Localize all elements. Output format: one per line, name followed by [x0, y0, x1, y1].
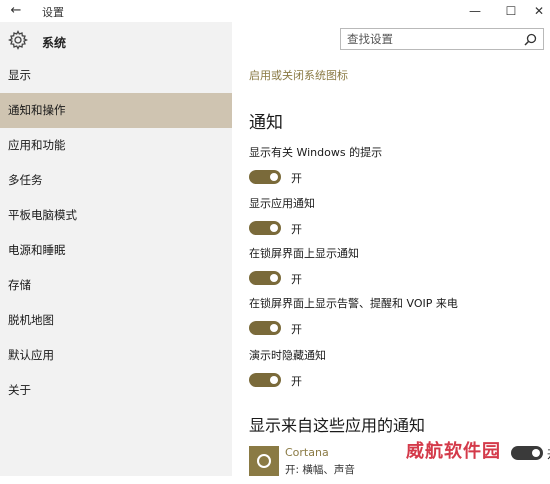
- maximize-button[interactable]: ☐: [496, 1, 526, 21]
- toggle-row: 开: [249, 373, 539, 389]
- toggle-knob: [270, 376, 278, 384]
- sidebar-item-about[interactable]: 关于: [0, 373, 232, 408]
- app-detail: 开: 横幅、声音: [285, 464, 355, 476]
- toggle-state-label: 开: [291, 375, 302, 388]
- sidebar-item-apps[interactable]: 应用和功能: [0, 128, 232, 163]
- hide-while-presenting-toggle[interactable]: [249, 373, 281, 387]
- toggle-knob: [270, 324, 278, 332]
- system-icons-link[interactable]: 启用或关闭系统图标: [249, 67, 348, 83]
- cortana-icon: [249, 446, 279, 476]
- app-notifications-toggle[interactable]: [249, 221, 281, 235]
- setting-label: 在锁屏界面上显示通知: [249, 247, 359, 260]
- setting-app-notifications: 显示应用通知 开: [249, 195, 539, 237]
- sidebar-item-offline-maps[interactable]: 脱机地图: [0, 303, 232, 338]
- sidebar-item-default-apps[interactable]: 默认应用: [0, 338, 232, 373]
- sidebar-item-multitasking[interactable]: 多任务: [0, 163, 232, 198]
- setting-label: 演示时隐藏通知: [249, 349, 326, 362]
- setting-label: 显示应用通知: [249, 197, 315, 210]
- close-button[interactable]: ✕: [524, 1, 550, 21]
- lockscreen-alarms-toggle[interactable]: [249, 321, 281, 335]
- toggle-row: 开: [249, 271, 539, 287]
- sidebar: 系统 显示 通知和操作 应用和功能 多任务 平板电脑模式 电源和睡眠 存储 脱机…: [0, 22, 232, 476]
- title-bar: ← 设置 — ☐ ✕: [0, 0, 550, 22]
- lockscreen-notifications-toggle[interactable]: [249, 271, 281, 285]
- app-row-cortana[interactable]: Cortana 开: 横幅、声音 开: [249, 444, 550, 484]
- toggle-state-label: 开: [291, 223, 302, 236]
- toggle-knob: [532, 449, 540, 457]
- minimize-button[interactable]: —: [460, 1, 490, 21]
- gear-icon: [8, 30, 28, 50]
- windows-tips-toggle[interactable]: [249, 170, 281, 184]
- sidebar-title: 系统: [42, 36, 67, 50]
- setting-lockscreen-alarms: 在锁屏界面上显示告警、提醒和 VOIP 来电 开: [249, 295, 539, 337]
- back-arrow-icon[interactable]: ←: [6, 3, 26, 19]
- toggle-state-label: 开: [291, 273, 302, 286]
- sidebar-item-display[interactable]: 显示: [0, 58, 232, 93]
- sidebar-nav: 显示 通知和操作 应用和功能 多任务 平板电脑模式 电源和睡眠 存储 脱机地图 …: [0, 58, 232, 408]
- window-title: 设置: [42, 6, 64, 19]
- notifications-heading: 通知: [249, 113, 283, 133]
- toggle-row: 开: [249, 321, 539, 337]
- toggle-state-label: 开: [291, 172, 302, 185]
- watermark: 威航软件园: [406, 441, 501, 462]
- toggle-knob: [270, 274, 278, 282]
- app-name: Cortana: [285, 446, 329, 459]
- sidebar-item-storage[interactable]: 存储: [0, 268, 232, 303]
- toggle-state-label: 开: [291, 323, 302, 336]
- apps-notifications-heading: 显示来自这些应用的通知: [249, 416, 426, 435]
- cortana-toggle[interactable]: [511, 446, 543, 460]
- setting-hide-while-presenting: 演示时隐藏通知 开: [249, 347, 539, 389]
- sidebar-header: 系统: [0, 28, 232, 54]
- toggle-knob: [270, 173, 278, 181]
- setting-label: 显示有关 Windows 的提示: [249, 146, 383, 159]
- sidebar-item-tablet-mode[interactable]: 平板电脑模式: [0, 198, 232, 233]
- sidebar-item-power-sleep[interactable]: 电源和睡眠: [0, 233, 232, 268]
- toggle-row: 开: [249, 221, 539, 237]
- main-content: 启用或关闭系统图标 通知 显示有关 Windows 的提示 开 显示应用通知 开…: [232, 22, 550, 476]
- setting-windows-tips: 显示有关 Windows 的提示 开: [249, 144, 539, 186]
- sidebar-item-notifications[interactable]: 通知和操作: [0, 93, 232, 128]
- cortana-ring: [257, 454, 271, 468]
- toggle-row: 开: [249, 170, 539, 186]
- toggle-knob: [270, 224, 278, 232]
- setting-lockscreen-notifications: 在锁屏界面上显示通知 开: [249, 245, 539, 287]
- setting-label: 在锁屏界面上显示告警、提醒和 VOIP 来电: [249, 297, 458, 310]
